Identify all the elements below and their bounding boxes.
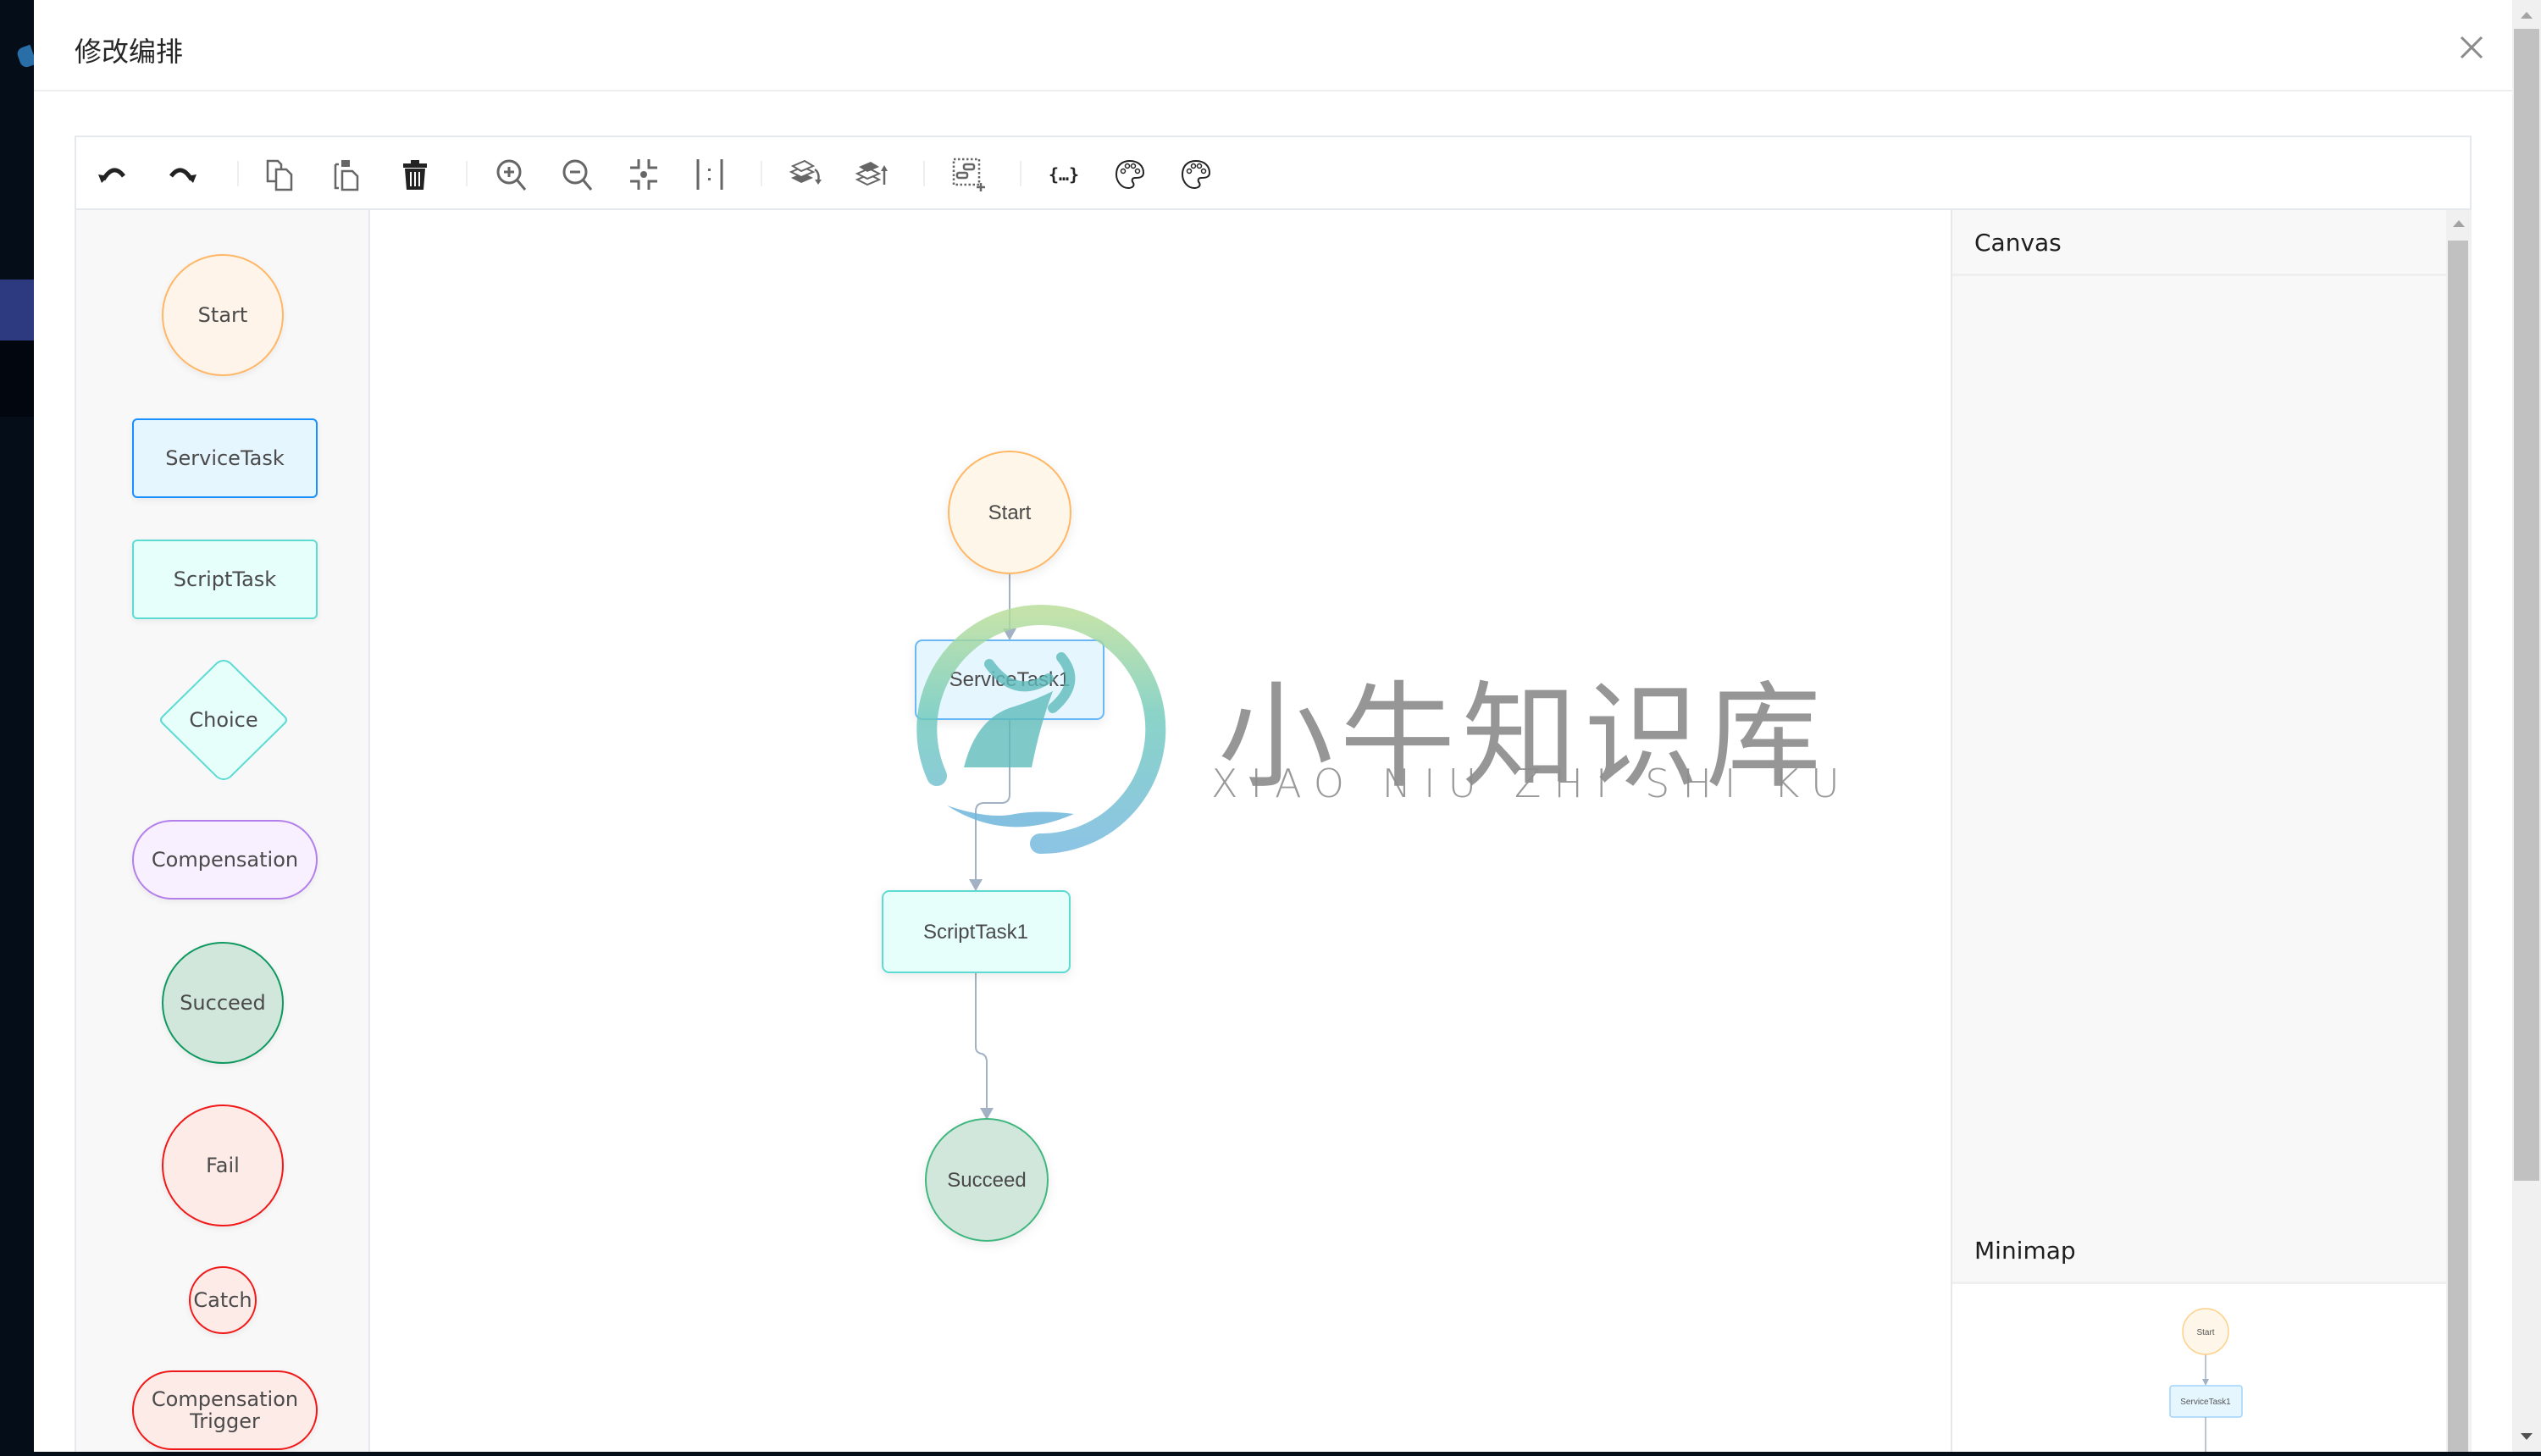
flow-canvas[interactable]: Start ServiceTask1 ScriptTask1 Succeed (370, 210, 1951, 1452)
scrollbar-thumb[interactable] (2448, 241, 2468, 1452)
minimap-panel-title: Minimap (1974, 1237, 2076, 1265)
paste-button[interactable] (327, 154, 368, 195)
minimap-node-label: Start (2196, 1328, 2214, 1337)
zoom-out-icon (562, 159, 593, 191)
node-servicetask1[interactable]: ServiceTask1 (915, 639, 1104, 720)
page-scrollbar[interactable] (2512, 0, 2541, 1452)
canvas-panel-title: Canvas (1974, 229, 2062, 257)
node-label: ScriptTask1 (923, 921, 1028, 944)
palette-item-succeed[interactable]: Succeed (162, 942, 284, 1064)
palette-item-label: Choice (189, 708, 258, 732)
layer-down-icon (789, 159, 822, 185)
edge-servicetask1-scripttask1[interactable] (969, 719, 1010, 891)
layer-up-icon (855, 162, 888, 186)
theme-button-2[interactable] (1176, 154, 1216, 195)
node-label: Start (988, 501, 1032, 524)
minimap-node-label: ServiceTask1 (2180, 1398, 2231, 1407)
node-label: ServiceTask1 (949, 668, 1071, 691)
dialog-header: 修改编排 (34, 0, 2512, 91)
actual-size-button[interactable] (689, 154, 730, 195)
fit-view-icon (630, 159, 657, 190)
toolbar-separator (466, 161, 468, 186)
palette-item-start[interactable]: Start (162, 254, 284, 376)
palette-item-servicetask[interactable]: ServiceTask (132, 418, 318, 498)
details-panel-scrollbar[interactable] (2446, 210, 2472, 1452)
edge-start-servicetask1[interactable] (1003, 574, 1016, 640)
palette-item-label: Start (197, 303, 248, 327)
toolbar-separator (237, 161, 239, 186)
app-backdrop (0, 0, 37, 1452)
node-palette: Start ServiceTask ScriptTask Choice Comp… (75, 210, 370, 1452)
palette-item-compensation[interactable]: Compensation (132, 820, 318, 900)
palette-item-label: Catch (193, 1288, 252, 1312)
send-to-back-button[interactable] (786, 154, 827, 195)
palette-item-fail[interactable]: Fail (162, 1104, 284, 1226)
designer-toolbar: {…} (75, 136, 2472, 210)
edge-scripttask1-succeed[interactable] (975, 972, 994, 1120)
multi-select-button[interactable] (949, 154, 989, 195)
palette-item-label: ServiceTask (165, 446, 285, 470)
multi-select-icon (952, 158, 985, 191)
json-braces-icon: {…} (1049, 164, 1079, 185)
toolbar-separator (761, 161, 762, 186)
palette-item-label: ScriptTask (173, 567, 277, 591)
zoom-in-button[interactable] (491, 154, 532, 195)
palette-item-label: Compensation (151, 848, 299, 872)
close-button[interactable] (2450, 25, 2494, 69)
bring-to-front-button[interactable] (852, 154, 893, 195)
close-icon (2460, 36, 2483, 59)
flow-diagram: Start ServiceTask1 ScriptTask1 Succeed (882, 451, 1104, 1242)
watermark-subtitle: XIAO NIU ZHI SHI KU (1211, 761, 1852, 806)
json-button[interactable]: {…} (1044, 154, 1084, 195)
palette-icon (1181, 159, 1211, 190)
node-succeed[interactable]: Succeed (925, 1118, 1049, 1242)
theme-button-1[interactable] (1110, 154, 1150, 195)
node-start[interactable]: Start (948, 451, 1071, 574)
palette-item-catch[interactable]: Catch (189, 1266, 257, 1334)
scroll-up-arrow-icon[interactable] (2453, 220, 2465, 227)
fit-view-button[interactable] (623, 154, 664, 195)
copy-icon (266, 159, 293, 191)
redo-icon (169, 168, 197, 183)
details-panel: Canvas Minimap Start ServiceTask1 (1951, 210, 2446, 1452)
svg-text:{…}: {…} (1049, 164, 1079, 185)
undo-icon (98, 168, 125, 183)
sidebar-active-item[interactable] (0, 280, 34, 340)
toolbar-separator (923, 161, 925, 186)
palette-item-choice[interactable]: Choice (158, 659, 290, 781)
scrollbar-thumb[interactable] (2514, 29, 2539, 1181)
palette-icon (1115, 159, 1145, 190)
actual-size-icon (696, 159, 723, 190)
scroll-down-arrow-icon[interactable] (2521, 1433, 2533, 1440)
zoom-in-icon (496, 159, 527, 191)
toolbar-separator (1020, 161, 1021, 186)
palette-item-label: Succeed (180, 991, 266, 1015)
node-scripttask1[interactable]: ScriptTask1 (882, 890, 1071, 973)
dialog-title: 修改编排 (75, 36, 184, 67)
palette-item-label: Fail (206, 1154, 240, 1177)
scroll-up-arrow-icon[interactable] (2521, 12, 2533, 19)
minimap-panel-header: Minimap (1952, 1218, 2446, 1284)
edit-orchestration-dialog: 修改编排 {…} Start ServiceTask ScriptTask Ch… (34, 0, 2512, 1452)
minimap-diagram: Start ServiceTask1 (2169, 1308, 2243, 1452)
sidebar-item[interactable] (0, 340, 34, 417)
redo-button[interactable] (161, 154, 202, 195)
canvas-panel-header: Canvas (1952, 210, 2446, 276)
paste-icon (334, 160, 359, 191)
node-label: Succeed (947, 1169, 1026, 1192)
undo-button[interactable] (93, 154, 134, 195)
delete-button[interactable] (395, 154, 435, 195)
palette-item-compensation-trigger[interactable]: Compensation Trigger (132, 1370, 318, 1450)
trash-icon (403, 160, 427, 190)
palette-item-scripttask[interactable]: ScriptTask (132, 540, 318, 619)
copy-button[interactable] (259, 154, 300, 195)
zoom-out-button[interactable] (557, 154, 598, 195)
minimap[interactable]: Start ServiceTask1 (1952, 1284, 2446, 1452)
palette-item-label-line2: Trigger (190, 1409, 260, 1433)
palette-item-label-line1: Compensation (151, 1387, 299, 1411)
